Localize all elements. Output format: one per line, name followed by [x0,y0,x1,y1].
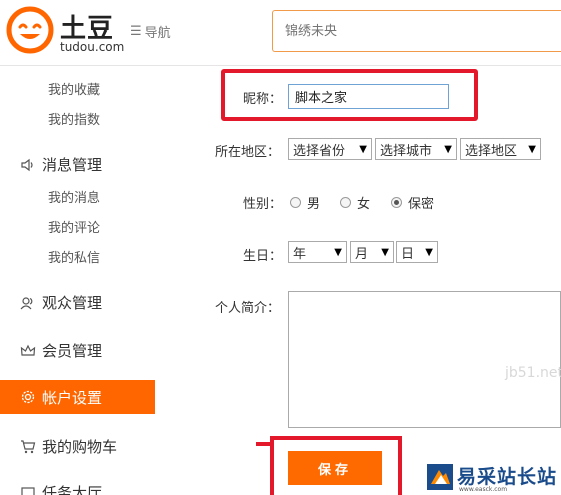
logo-domain: tudou.com [60,40,125,54]
dropdown-arrow-icon: ▼ [359,143,367,155]
gender-option-label: 保密 [408,197,435,212]
nickname-label: 昵称： [243,92,283,107]
annotation-mark [256,442,270,446]
gender-option-label: 男 [307,197,321,212]
task-icon [21,486,35,495]
site-name: 易采站长站 [457,466,558,488]
top-header: 土豆 tudou.com ☰ 导航 [0,0,561,66]
sidebar-item-favorites[interactable]: 我的收藏 [48,79,100,98]
cart-icon [21,439,36,453]
sidebar-item-label: 会员管理 [42,342,103,360]
sidebar-item-label: 我的购物车 [42,438,118,456]
birthday-label: 生日： [243,249,283,264]
radio-icon [290,197,301,208]
users-icon [20,296,33,309]
nav-menu-button[interactable]: ☰ 导航 [130,22,171,41]
sidebar-item-label: 任务大厅 [42,484,103,495]
dropdown-arrow-icon: ▼ [334,246,342,258]
bio-textarea[interactable] [288,291,561,428]
birth-month-select[interactable]: 月 ▼ [350,241,394,263]
sidebar-item-audience[interactable]: 观众管理 [20,292,102,313]
province-value: 选择省份 [293,143,346,159]
month-value: 月 [355,246,369,262]
watermark-logo: 易采站长站 www.easck.com [423,462,561,495]
watermark-url: jb51.net [505,365,561,381]
sidebar-item-my-private-messages[interactable]: 我的私信 [48,247,100,266]
sidebar-item-cart[interactable]: 我的购物车 [20,436,117,457]
save-button[interactable]: 保存 [288,451,382,485]
sidebar-item-label: 观众管理 [42,294,103,312]
tudou-logo-icon[interactable] [6,6,54,54]
site-logo-icon [427,464,453,490]
year-value: 年 [293,246,307,262]
sidebar-group-label: 消息管理 [42,156,103,174]
nickname-input[interactable] [288,84,449,109]
birth-day-select[interactable]: 日 ▼ [396,241,438,263]
radio-selected-icon [391,197,402,208]
gear-icon [21,390,35,404]
gender-option-label: 女 [357,197,371,212]
search-input[interactable] [272,10,561,52]
site-url: www.easck.com [459,486,508,493]
dropdown-arrow-icon: ▼ [425,246,433,258]
dropdown-arrow-icon: ▼ [444,143,452,155]
sidebar-item-account-settings[interactable]: 帐户设置 [0,380,155,414]
speaker-icon [21,158,33,171]
sidebar-item-task-hall[interactable]: 任务大厅 [20,482,102,495]
district-value: 选择地区 [465,143,518,159]
radio-icon [340,197,351,208]
sidebar-item-member[interactable]: 会员管理 [20,340,102,361]
sidebar-item-my-comments[interactable]: 我的评论 [48,217,100,236]
district-select[interactable]: 选择地区 ▼ [460,138,541,160]
sidebar-group-messages[interactable]: 消息管理 [20,154,102,175]
menu-icon: ☰ [130,24,142,39]
crown-icon [20,344,36,356]
bio-label: 个人简介： [215,301,281,316]
city-value: 选择城市 [380,143,433,159]
sidebar-item-my-messages[interactable]: 我的消息 [48,187,100,206]
gender-radio-secret[interactable]: 保密 [391,193,434,212]
region-label: 所在地区： [215,145,281,160]
city-select[interactable]: 选择城市 ▼ [375,138,457,160]
sidebar: 我的收藏 我的指数 消息管理 我的消息 我的评论 我的私信 观众管理 会员管理 … [0,67,170,495]
day-value: 日 [401,246,415,262]
gender-radio-male[interactable]: 男 [290,193,320,212]
dropdown-arrow-icon: ▼ [528,143,536,155]
gender-label: 性别： [243,197,283,212]
dropdown-arrow-icon: ▼ [381,246,389,258]
sidebar-item-index[interactable]: 我的指数 [48,109,100,128]
birth-year-select[interactable]: 年 ▼ [288,241,347,263]
nav-label: 导航 [144,26,171,41]
province-select[interactable]: 选择省份 ▼ [288,138,372,160]
sidebar-item-label: 帐户设置 [42,388,103,407]
gender-radio-female[interactable]: 女 [340,193,370,212]
